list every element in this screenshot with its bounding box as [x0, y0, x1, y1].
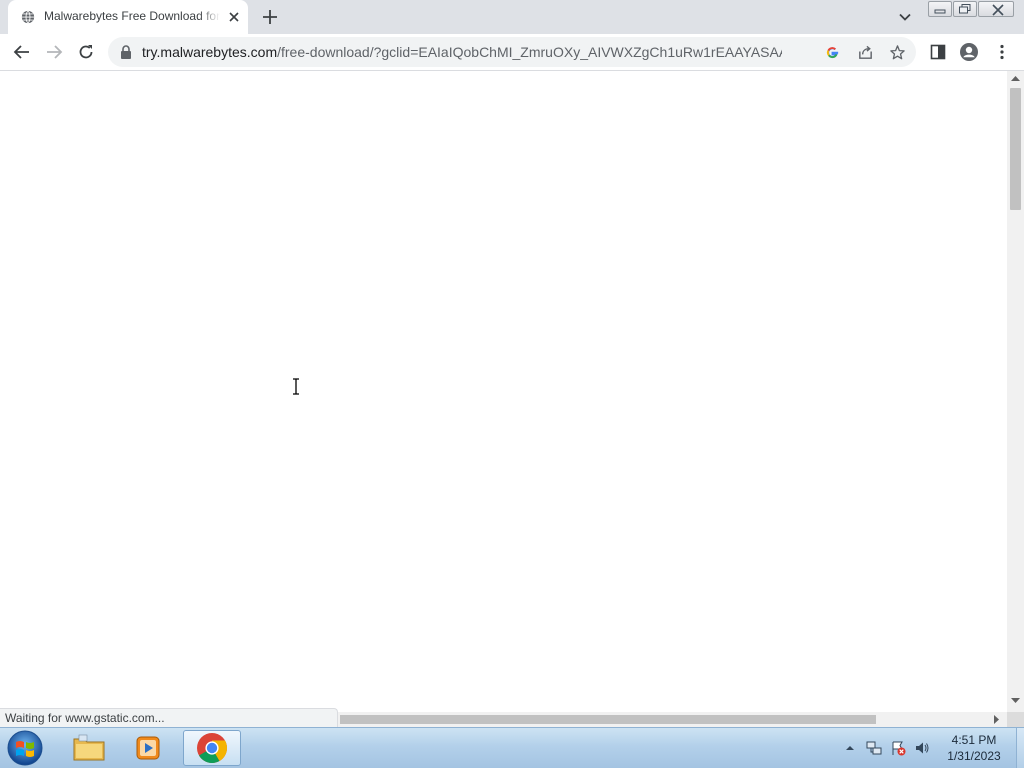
scroll-up-arrow-icon[interactable] [1011, 75, 1020, 81]
taskbar-media-player[interactable] [120, 730, 178, 766]
media-player-icon [136, 736, 160, 760]
taskbar-chrome[interactable] [183, 730, 241, 766]
browser-toolbar: try.malwarebytes.com/free-download/?gcli… [0, 34, 1024, 71]
url-host: try.malwarebytes.com [142, 44, 278, 60]
scrollbar-corner [1007, 712, 1024, 727]
tab-title: Malwarebytes Free Download for Windows [44, 9, 220, 23]
windows-start-icon[interactable] [5, 729, 45, 767]
vertical-scrollbar[interactable] [1007, 71, 1024, 712]
restore-icon [959, 4, 971, 14]
restore-button[interactable] [953, 1, 977, 17]
page-viewport[interactable] [0, 71, 1007, 712]
chrome-icon [197, 733, 227, 764]
kebab-menu-icon[interactable] [992, 42, 1012, 62]
taskbar-clock[interactable]: 4:51 PM 1/31/2023 [936, 732, 1012, 764]
network-icon[interactable] [866, 740, 882, 756]
close-window-button[interactable] [978, 1, 1014, 17]
address-bar[interactable]: try.malwarebytes.com/free-download/?gcli… [108, 37, 916, 67]
plus-icon[interactable] [260, 7, 280, 27]
folder-icon [73, 734, 105, 761]
clock-date: 1/31/2023 [947, 749, 1001, 763]
back-arrow-icon[interactable] [12, 42, 32, 62]
minimize-button[interactable] [928, 1, 952, 17]
volume-icon[interactable] [914, 740, 930, 756]
scroll-right-arrow-icon[interactable] [994, 715, 1000, 724]
globe-icon [21, 10, 35, 24]
show-hidden-icons-icon[interactable] [844, 740, 856, 756]
horizontal-scroll-thumb[interactable] [340, 715, 876, 724]
profile-icon[interactable] [959, 42, 979, 62]
side-panel-icon[interactable] [928, 42, 948, 62]
windows-taskbar: 4:51 PM 1/31/2023 [0, 727, 1024, 768]
forward-arrow-icon[interactable] [44, 42, 64, 62]
show-desktop-button[interactable] [1016, 728, 1024, 768]
close-icon[interactable] [226, 9, 242, 25]
taskbar-explorer[interactable] [60, 730, 118, 766]
url-path: /free-download/?gclid=EAIaIQobChMI_ZmruO… [277, 44, 782, 60]
browser-tab[interactable]: Malwarebytes Free Download for Windows [8, 0, 248, 34]
share-icon[interactable] [857, 44, 874, 61]
close-window-icon [992, 4, 1004, 16]
lock-icon[interactable] [120, 45, 132, 59]
status-bubble: Waiting for www.gstatic.com... [0, 708, 338, 727]
vertical-scroll-thumb[interactable] [1010, 88, 1021, 210]
url-text[interactable]: try.malwarebytes.com/free-download/?gcli… [142, 44, 782, 61]
reload-icon[interactable] [76, 42, 96, 62]
star-icon[interactable] [889, 44, 906, 61]
google-icon[interactable] [824, 44, 841, 61]
action-center-flag-icon[interactable] [890, 740, 906, 756]
chevron-down-icon[interactable] [896, 8, 914, 26]
tab-strip: Malwarebytes Free Download for Windows [0, 0, 1024, 34]
clock-time: 4:51 PM [951, 733, 997, 747]
minimize-icon [934, 9, 946, 14]
scroll-down-arrow-icon[interactable] [1011, 698, 1020, 704]
text-cursor-icon [293, 378, 299, 395]
